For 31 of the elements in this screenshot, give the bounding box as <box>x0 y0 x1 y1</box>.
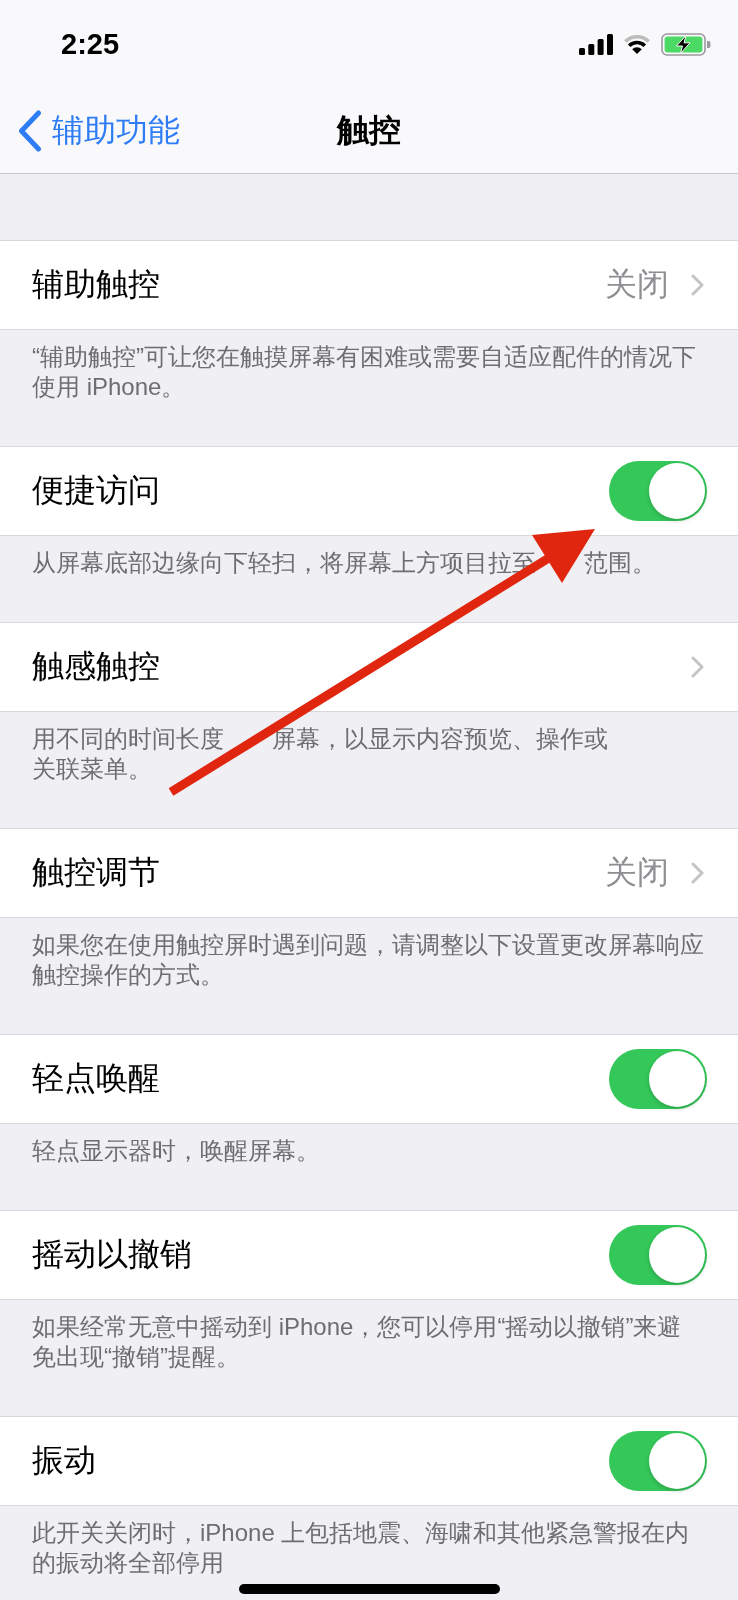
status-time: 2:25 <box>61 27 120 61</box>
chevron-right-icon <box>691 656 704 678</box>
chevron-right-icon <box>691 274 704 296</box>
battery-charging-icon <box>661 32 711 56</box>
setting-description: 如果您在使用触控屏时遇到问题，请调整以下设置更改屏幕响应触控操作的方式。 <box>32 930 705 990</box>
setting-value: 关闭 <box>605 265 669 304</box>
wifi-icon <box>623 33 651 55</box>
chevron-left-icon <box>17 109 43 152</box>
settings-row[interactable]: 辅助触控 关闭 <box>0 240 738 330</box>
toggle-switch[interactable] <box>609 1049 707 1109</box>
back-button[interactable]: 辅助功能 <box>17 108 180 153</box>
setting-label: 振动 <box>32 1441 96 1480</box>
setting-label: 触感触控 <box>32 647 160 686</box>
setting-description: 此开关关闭时，iPhone 上包括地震、海啸和其他紧急警报在内的振动将全部停用 <box>32 1518 691 1578</box>
toggle-switch[interactable] <box>609 1431 707 1491</box>
toggle-switch[interactable] <box>609 1225 707 1285</box>
signal-icon <box>579 33 613 55</box>
setting-label: 便捷访问 <box>32 471 160 510</box>
setting-value: 关闭 <box>605 853 669 892</box>
setting-description: 轻点显示器时，唤醒屏幕。 <box>32 1136 320 1166</box>
settings-row[interactable]: 触感触控 <box>0 622 738 712</box>
setting-label: 辅助触控 <box>32 265 160 304</box>
setting-label: 轻点唤醒 <box>32 1059 160 1098</box>
setting-description: 如果经常无意中摇动到 iPhone，您可以停用“摇动以撤销”来避免出现“撤销”提醒。 <box>32 1312 683 1372</box>
setting-description: “辅助触控”可让您在触摸屏幕有困难或需要自适应配件的情况下使用 iPhone。 <box>32 342 697 402</box>
setting-label: 触控调节 <box>32 853 160 892</box>
toggle-switch[interactable] <box>609 461 707 521</box>
chevron-right-icon <box>691 862 704 884</box>
nav-title: 触控 <box>337 110 401 150</box>
settings-row[interactable]: 触控调节 关闭 <box>0 828 738 918</box>
setting-label: 摇动以撤销 <box>32 1235 192 1274</box>
